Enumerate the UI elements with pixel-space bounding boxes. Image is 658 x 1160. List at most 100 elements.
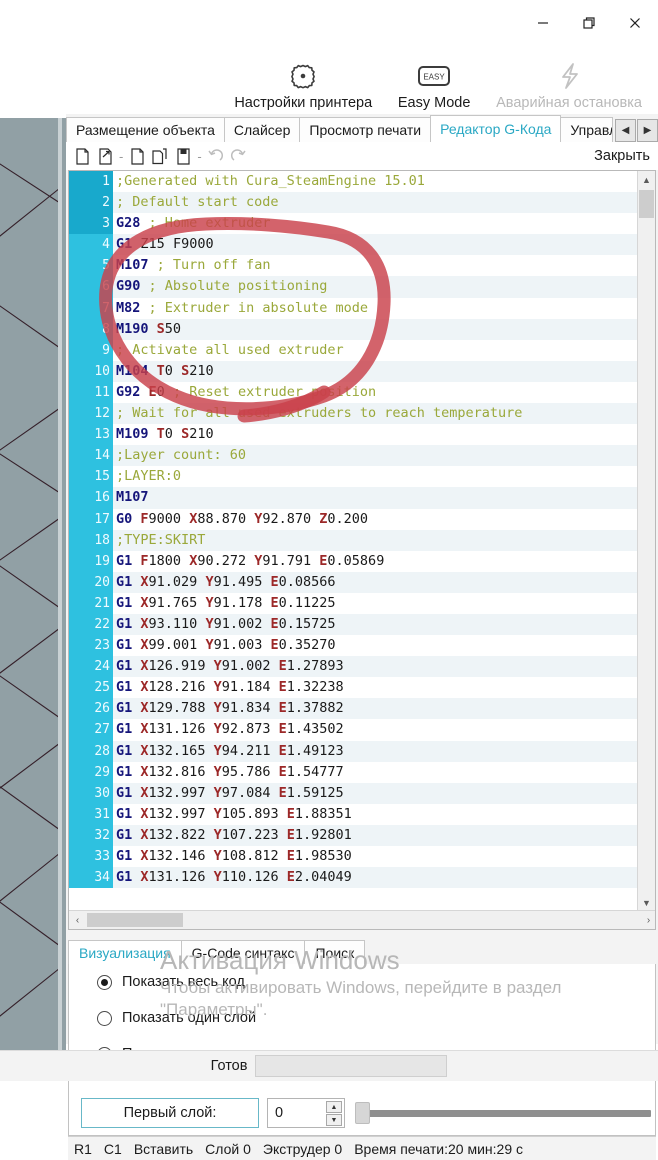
code-line[interactable]: 31 G1 X132.997 Y105.893 E1.88351 (69, 803, 639, 825)
gcode-text-editor[interactable]: 1 ;Generated with Cura_SteamEngine 15.01 2… (68, 170, 656, 930)
code-line-text[interactable]: ; Activate all used extruder (113, 340, 639, 361)
code-line-text[interactable]: ;Layer count: 60 (113, 445, 639, 466)
code-line-text[interactable]: G1 X128.216 Y91.184 E1.32238 (113, 677, 639, 698)
code-line[interactable]: 17 G0 F9000 X88.870 Y92.870 Z0.200 (69, 508, 639, 530)
code-line[interactable]: 25 G1 X128.216 Y91.184 E1.32238 (69, 677, 639, 699)
tab-object-placement[interactable]: Размещение объекта (66, 117, 225, 142)
code-line[interactable]: 26 G1 X129.788 Y91.834 E1.37882 (69, 698, 639, 720)
code-line[interactable]: 23 G1 X99.001 Y91.003 E0.35270 (69, 635, 639, 657)
scroll-down-icon[interactable]: ▼ (638, 894, 655, 911)
layer-slider[interactable] (355, 1098, 651, 1128)
spinner-down-icon[interactable]: ▼ (326, 1114, 342, 1126)
code-line[interactable]: 14 ;Layer count: 60 (69, 445, 639, 467)
slider-track[interactable] (355, 1109, 651, 1117)
code-line-text[interactable]: G92 E0 ; Reset extruder position (113, 382, 639, 403)
code-line-text[interactable]: M107 ; Turn off fan (113, 255, 639, 276)
code-line-text[interactable]: G1 X131.126 Y92.873 E1.43502 (113, 719, 639, 740)
close-icon[interactable] (612, 0, 658, 46)
code-line[interactable]: 34 G1 X131.126 Y110.126 E2.04049 (69, 867, 639, 889)
code-line[interactable]: 3 G28 ; Home extruder (69, 213, 639, 235)
open-file-icon[interactable] (95, 146, 115, 166)
code-line[interactable]: 15 ;LAYER:0 (69, 466, 639, 488)
editor-horizontal-scrollbar[interactable]: ‹ › (69, 910, 655, 929)
first-layer-button[interactable]: Первый слой: (81, 1098, 259, 1128)
tab-search[interactable]: Поиск (304, 940, 366, 964)
code-line[interactable]: 19 G1 F1800 X90.272 Y91.791 E0.05869 (69, 550, 639, 572)
code-line-text[interactable]: G1 Z15 F9000 (113, 234, 639, 255)
slider-knob[interactable] (355, 1102, 370, 1124)
radio-button-icon[interactable] (97, 974, 112, 990)
code-line-text[interactable]: G1 X99.001 Y91.003 E0.35270 (113, 635, 639, 656)
code-line[interactable]: 13 M109 T0 S210 (69, 424, 639, 446)
code-line-text[interactable]: G1 X132.816 Y95.786 E1.54777 (113, 762, 639, 783)
code-line-text[interactable]: G1 X131.126 Y110.126 E2.04049 (113, 867, 639, 888)
code-line[interactable]: 16 M107 (69, 487, 639, 509)
code-line[interactable]: 22 G1 X93.110 Y91.002 E0.15725 (69, 613, 639, 636)
tab-gcode-syntax[interactable]: G-Code синтакс (180, 940, 306, 964)
code-line-text[interactable]: ; Wait for all used extruders to reach t… (113, 403, 639, 424)
tab-gcode-editor[interactable]: Редактор G-Кода (430, 115, 562, 142)
code-line[interactable]: 7 M82 ; Extruder in absolute mode (69, 297, 639, 319)
tab-visualization[interactable]: Визуализация (68, 940, 182, 964)
code-line-text[interactable]: M109 T0 S210 (113, 424, 639, 445)
editor-vertical-scrollbar[interactable]: ▲ ▼ (637, 171, 655, 911)
ribbon-easy-mode[interactable]: EASY Easy Mode (382, 57, 486, 114)
code-line[interactable]: 4 G1 Z15 F9000 (69, 234, 639, 256)
code-line[interactable]: 6 G90 ; Absolute positioning (69, 276, 639, 298)
scroll-right-icon[interactable]: › (640, 912, 655, 929)
tab-print-preview[interactable]: Просмотр печати (299, 117, 432, 142)
code-line[interactable]: 2; Default start code (69, 192, 639, 214)
close-editor-button[interactable]: Закрыть (594, 148, 658, 164)
code-line-text[interactable]: ;TYPE:SKIRT (113, 530, 639, 551)
code-line[interactable]: 1 ;Generated with Cura_SteamEngine 15.01 (69, 171, 639, 193)
code-line[interactable]: 8 M190 S50 (69, 318, 639, 340)
code-line-text[interactable]: G28 ; Home extruder (113, 213, 639, 234)
code-line-text[interactable]: G1 X132.146 Y108.812 E1.98530 (113, 846, 639, 867)
tab-scroll-left-icon[interactable]: ◀ (615, 119, 636, 142)
radio-show-single-layer[interactable]: Показать один слой (69, 1000, 655, 1036)
code-line[interactable]: 28 G1 X132.165 Y94.211 E1.49123 (69, 740, 639, 762)
code-line-text[interactable]: ;LAYER:0 (113, 466, 639, 487)
scroll-up-icon[interactable]: ▲ (638, 171, 655, 188)
code-line-text[interactable]: G1 F1800 X90.272 Y91.791 E0.05869 (113, 551, 639, 572)
code-line[interactable]: 11 G92 E0 ; Reset extruder position (69, 381, 639, 404)
code-line[interactable]: 18 ;TYPE:SKIRT (69, 529, 639, 551)
code-line-text[interactable]: M104 T0 S210 (113, 361, 639, 382)
code-line[interactable]: 24 G1 X126.919 Y91.002 E1.27893 (69, 656, 639, 678)
code-line-text[interactable]: G1 X129.788 Y91.834 E1.37882 (113, 698, 639, 719)
code-line[interactable]: 32 G1 X132.822 Y107.223 E1.92801 (69, 824, 639, 846)
code-line-text[interactable]: ; Default start code (113, 192, 639, 213)
code-line[interactable]: 12; Wait for all used extruders to reach… (69, 403, 639, 425)
scroll-left-icon[interactable]: ‹ (69, 912, 86, 929)
new-file-icon[interactable] (72, 146, 92, 166)
radio-show-all-code[interactable]: Показать весь код (69, 964, 655, 1000)
code-line-text[interactable]: M190 S50 (113, 319, 639, 340)
code-line-text[interactable]: G1 X132.997 Y97.084 E1.59125 (113, 783, 639, 804)
tab-control[interactable]: Управл (560, 117, 613, 142)
code-line[interactable]: 27 G1 X131.126 Y92.873 E1.43502 (69, 719, 639, 741)
save-file-icon[interactable] (127, 146, 147, 166)
code-line-text[interactable]: G0 F9000 X88.870 Y92.870 Z0.200 (113, 509, 639, 530)
horizontal-scroll-thumb[interactable] (87, 913, 183, 927)
code-line-text[interactable]: M107 (113, 487, 639, 508)
code-line-text[interactable]: G1 X132.822 Y107.223 E1.92801 (113, 825, 639, 846)
code-line-text[interactable]: G1 X132.997 Y105.893 E1.88351 (113, 804, 639, 825)
tab-slicer[interactable]: Слайсер (223, 117, 301, 142)
code-line[interactable]: 33 G1 X132.146 Y108.812 E1.98530 (69, 846, 639, 868)
code-line[interactable]: 10 M104 T0 S210 (69, 360, 639, 382)
save-as-file-icon[interactable] (150, 146, 170, 166)
undo-icon[interactable] (206, 146, 226, 166)
first-layer-spinner[interactable]: 0 ▲ ▼ (267, 1098, 345, 1128)
code-line-text[interactable]: G1 X91.029 Y91.495 E0.08566 (113, 572, 639, 593)
code-line[interactable]: 9; Activate all used extruder (69, 339, 639, 361)
code-line-text[interactable]: M82 ; Extruder in absolute mode (113, 298, 639, 319)
vertical-scroll-thumb[interactable] (639, 190, 654, 218)
code-line-text[interactable]: G1 X91.765 Y91.178 E0.11225 (113, 593, 639, 614)
code-line-text[interactable]: ;Generated with Cura_SteamEngine 15.01 (113, 171, 639, 192)
restore-icon[interactable] (566, 0, 612, 46)
redo-icon[interactable] (229, 146, 249, 166)
spinner-up-icon[interactable]: ▲ (326, 1101, 342, 1113)
radio-button-icon[interactable] (97, 1010, 112, 1026)
code-line[interactable]: 30 G1 X132.997 Y97.084 E1.59125 (69, 782, 639, 804)
code-lines-container[interactable]: 1 ;Generated with Cura_SteamEngine 15.01 2… (69, 171, 639, 911)
